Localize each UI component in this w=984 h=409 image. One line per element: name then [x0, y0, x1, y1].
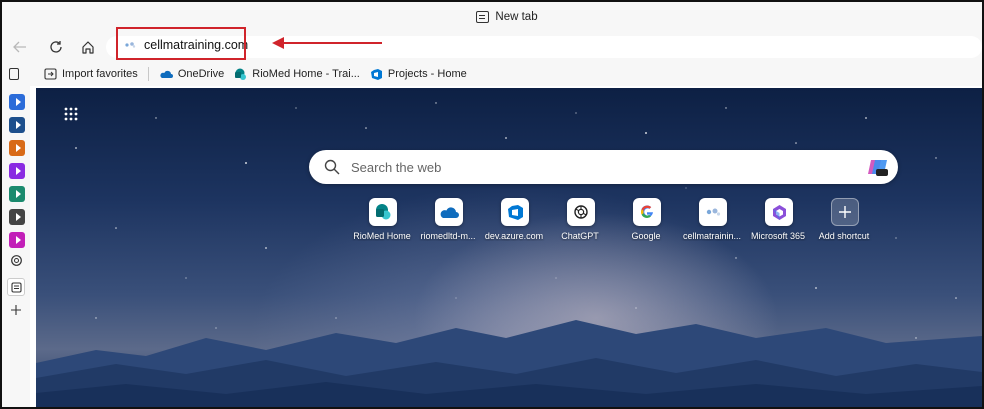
favorites-bar: Import favorites OneDrive RioMed Home - … [2, 62, 982, 86]
microsoft365-icon [772, 204, 786, 220]
tab-actions-icon[interactable] [9, 68, 19, 80]
web-search-box[interactable]: Search the web [309, 150, 898, 184]
microsoft365-copilot-icon[interactable] [867, 156, 889, 178]
refresh-icon [50, 41, 62, 53]
home-icon [82, 41, 94, 54]
import-icon [44, 68, 57, 80]
search-placeholder: Search the web [351, 160, 442, 175]
new-tab-page: Search the web RioMed Home riomedltd-m..… [36, 88, 982, 407]
google-icon [641, 205, 653, 219]
annotation-arrow-line [282, 42, 382, 44]
onedrive-icon [160, 70, 173, 78]
active-tab[interactable]: New tab [476, 11, 538, 23]
sidebar-app-icon[interactable] [9, 186, 25, 202]
sidebar-new-tab[interactable] [7, 278, 25, 296]
sharepoint-icon [235, 68, 247, 80]
sidebar-app-icon[interactable] [9, 140, 25, 156]
tab-title: New tab [495, 11, 538, 23]
vertical-tabs-sidebar [2, 68, 30, 407]
back-button[interactable] [10, 37, 30, 57]
azure-devops-icon [507, 204, 523, 220]
apps-grid-icon[interactable] [63, 106, 79, 122]
sidebar-app-icon[interactable] [9, 94, 25, 110]
new-tab-icon [476, 11, 490, 23]
home-button[interactable] [78, 37, 98, 57]
new-tab-icon [10, 281, 22, 293]
favorite-label: OneDrive [177, 68, 225, 80]
cellma-icon [706, 208, 721, 216]
plus-icon [839, 206, 851, 218]
sharepoint-icon [376, 204, 391, 220]
add-shortcut-button[interactable]: Add shortcut [809, 198, 879, 248]
sidebar-app-icon[interactable] [9, 163, 25, 179]
favorite-riomed-home[interactable]: RioMed Home - Trai... [234, 68, 360, 81]
chatgpt-icon [11, 255, 22, 266]
shortcut-tile [831, 198, 859, 226]
azure-devops-icon [370, 68, 382, 80]
favorite-projects-home[interactable]: Projects - Home [370, 68, 467, 81]
onedrive-icon [440, 207, 459, 218]
shortcut-tile [435, 198, 463, 226]
arrow-left-icon [13, 41, 26, 53]
shortcut-tile [369, 198, 397, 226]
sidebar-app-icon[interactable] [9, 232, 25, 248]
search-icon [324, 159, 340, 175]
shortcut-tile [633, 198, 661, 226]
refresh-button[interactable] [46, 37, 66, 57]
favorites-divider [147, 67, 149, 81]
favorite-label: RioMed Home - Trai... [252, 68, 360, 80]
favorite-label: Projects - Home [387, 68, 467, 80]
plus-icon [11, 305, 21, 315]
sidebar-app-icon[interactable] [9, 117, 25, 133]
chatgpt-icon [574, 205, 588, 219]
favorite-onedrive[interactable]: OneDrive [159, 68, 224, 80]
shortcut-tile [765, 198, 793, 226]
sidebar-chatgpt-tab[interactable] [10, 254, 23, 267]
shortcut-tile [501, 198, 529, 226]
favorite-label: Import favorites [62, 68, 138, 80]
shortcut-label: Add shortcut [818, 231, 870, 241]
shortcut-tile [567, 198, 595, 226]
annotation-highlight-box [116, 27, 246, 60]
favorite-import[interactable]: Import favorites [44, 68, 138, 80]
sidebar-app-icon[interactable] [9, 209, 25, 225]
add-tab-button[interactable] [10, 304, 22, 316]
shortcut-tile [699, 198, 727, 226]
